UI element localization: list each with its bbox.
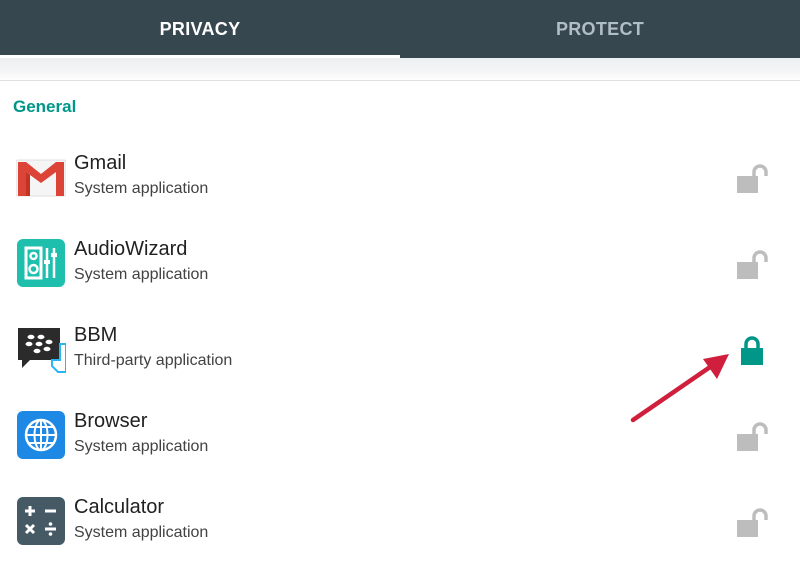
tab-privacy-label: PRIVACY	[159, 18, 241, 39]
app-row-calculator[interactable]: Calculator System application	[0, 474, 800, 560]
tab-privacy[interactable]: PRIVACY	[0, 0, 400, 58]
unlocked-padlock-icon[interactable]	[734, 162, 770, 198]
section-header-general: General	[13, 97, 77, 116]
unlocked-padlock-icon[interactable]	[734, 506, 770, 542]
unlocked-padlock-icon[interactable]	[734, 248, 770, 284]
tab-bar-shadow	[0, 58, 800, 81]
unlocked-padlock-icon[interactable]	[734, 420, 770, 456]
app-type: System application	[74, 524, 209, 541]
audiowizard-icon	[16, 238, 66, 288]
calculator-icon	[16, 496, 66, 546]
app-name: AudioWizard	[74, 238, 188, 260]
annotation-arrow	[630, 354, 729, 423]
app-type: Third-party application	[74, 352, 233, 369]
tab-protect[interactable]: PROTECT	[400, 0, 800, 58]
browser-icon	[16, 410, 66, 460]
app-row-audiowizard[interactable]: AudioWizard System application	[0, 216, 800, 302]
bbm-icon	[16, 324, 67, 374]
app-name: BBM	[74, 324, 118, 346]
locked-padlock-icon[interactable]	[734, 334, 770, 370]
app-name: Browser	[74, 410, 148, 432]
app-name: Gmail	[74, 152, 127, 174]
app-type: System application	[74, 438, 209, 455]
tab-protect-label: PROTECT	[555, 18, 645, 39]
gmail-icon	[15, 152, 67, 202]
tab-bar: PRIVACY PROTECT	[0, 0, 800, 58]
app-type: System application	[74, 266, 209, 283]
app-type: System application	[74, 180, 209, 197]
app-row-gmail[interactable]: Gmail System application	[0, 130, 800, 216]
app-name: Calculator	[74, 496, 165, 518]
